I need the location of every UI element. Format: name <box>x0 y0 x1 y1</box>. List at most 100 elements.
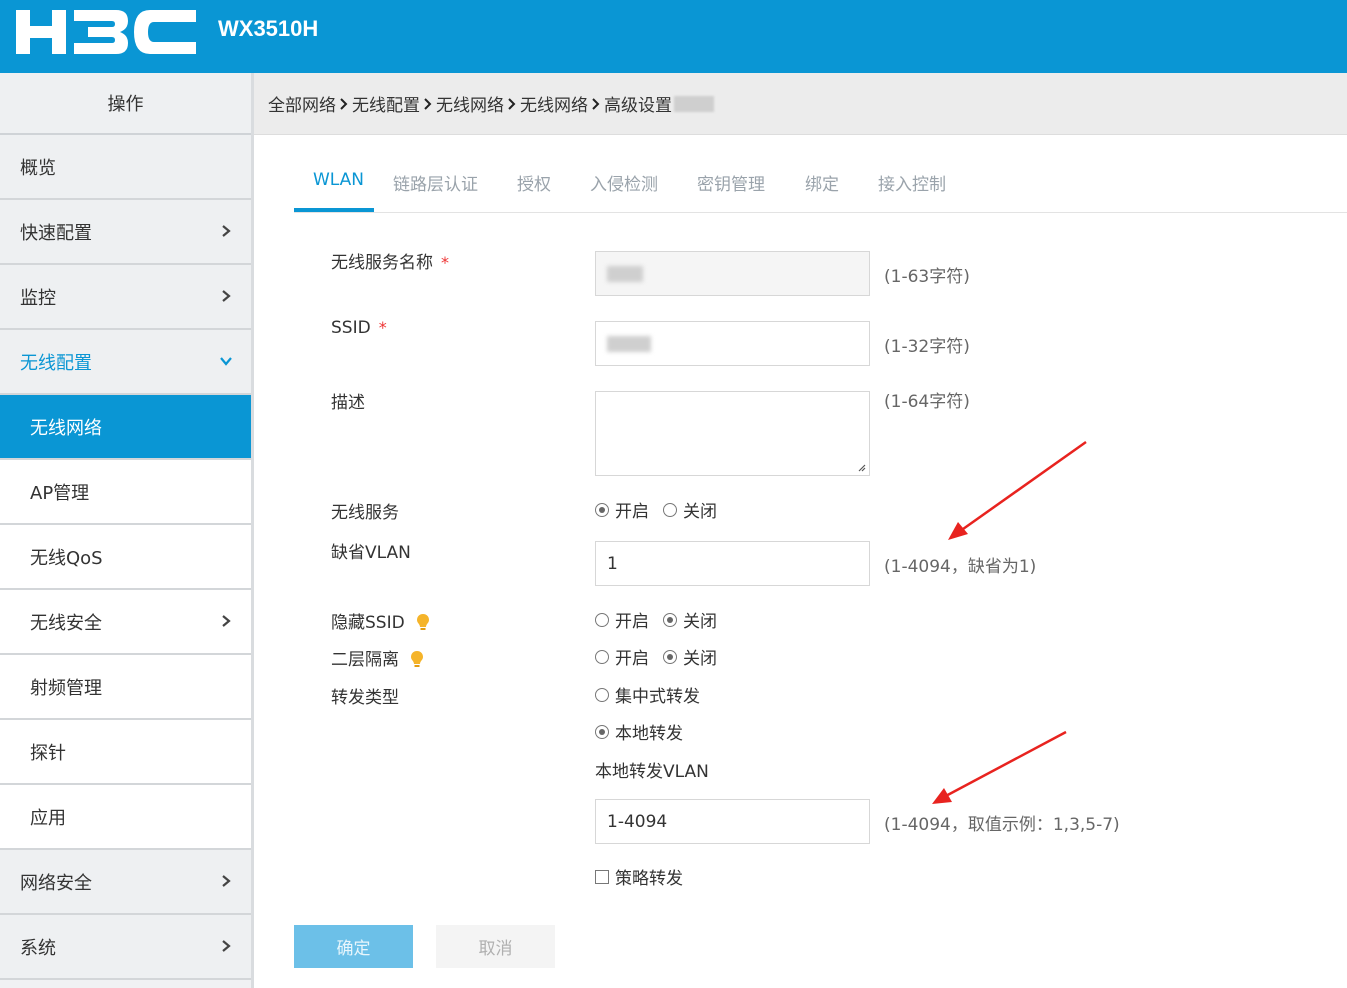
sidebar-title: 操作 <box>0 73 251 135</box>
confirm-button[interactable]: 确定 <box>294 925 413 968</box>
required-mark: * <box>378 318 387 337</box>
chevron-right-icon <box>222 940 231 952</box>
sidebar-item-wireless-config[interactable]: 无线配置 <box>0 330 251 395</box>
tab-intrusion-detection[interactable]: 入侵检测 <box>590 170 658 212</box>
radio-button[interactable] <box>595 612 609 627</box>
sidebar-item-radio-management[interactable]: 射频管理 <box>0 655 251 720</box>
sidebar-item-label: 系统 <box>20 937 56 959</box>
default-vlan-input[interactable]: 1 <box>595 541 870 586</box>
sidebar-item-monitor[interactable]: 监控 <box>0 265 251 330</box>
l2-isolation-radio-group: 开启 关闭 <box>595 644 731 669</box>
radio-button[interactable] <box>595 687 609 702</box>
chevron-right-icon <box>508 97 516 110</box>
breadcrumb-item: 高级设置 <box>604 96 672 116</box>
sidebar-item-label: 概览 <box>20 157 56 179</box>
chevron-right-icon <box>222 875 231 887</box>
local-forward-vlan-input[interactable]: 1-4094 <box>595 799 870 844</box>
default-vlan-label: 缺省VLAN <box>331 543 411 563</box>
wireless-service-on-option[interactable]: 开启 <box>595 497 649 522</box>
chevron-right-icon <box>222 615 231 627</box>
sidebar-item-label: 探针 <box>30 742 66 764</box>
hide-ssid-on-option[interactable]: 开启 <box>595 607 649 632</box>
radio-button[interactable] <box>595 649 609 664</box>
sidebar-item-label: AP管理 <box>30 482 90 504</box>
breadcrumb-item[interactable]: 无线网络 <box>436 91 504 116</box>
redacted-value <box>607 265 643 282</box>
sidebar-item-wireless-security[interactable]: 无线安全 <box>0 590 251 655</box>
sidebar-item-label: 无线网络 <box>30 417 102 439</box>
wireless-service-radio-group: 开启 关闭 <box>595 497 731 522</box>
sidebar-item-network-security[interactable]: 网络安全 <box>0 850 251 915</box>
tab-link-layer-auth[interactable]: 链路层认证 <box>393 170 478 212</box>
chevron-down-icon <box>220 357 232 366</box>
sidebar-item-label: 射频管理 <box>30 677 102 699</box>
local-forward-vlan-hint: (1-4094，取值示例：1,3,5-7) <box>884 815 1120 835</box>
checkbox[interactable] <box>595 869 609 884</box>
policy-forward-option[interactable]: 策略转发 <box>595 864 697 889</box>
tab-bar: WLAN 链路层认证 授权 入侵检测 密钥管理 绑定 接入控制 <box>294 150 1347 213</box>
l2-isolation-off-option[interactable]: 关闭 <box>663 644 717 669</box>
ssid-hint: (1-32字符) <box>884 337 970 357</box>
sidebar-item-label: 网络安全 <box>20 872 92 894</box>
sidebar-item-quick-config[interactable]: 快速配置 <box>0 200 251 265</box>
service-name-label: 无线服务名称 * <box>331 253 449 273</box>
sidebar-item-system[interactable]: 系统 <box>0 915 251 980</box>
radio-option[interactable]: 本地转发 <box>595 719 683 744</box>
ssid-input[interactable] <box>595 321 870 366</box>
breadcrumb-item[interactable]: 无线网络 <box>520 91 588 116</box>
local-forward-vlan-label: 本地转发VLAN <box>595 762 709 782</box>
radio-button[interactable] <box>595 502 609 517</box>
radio-button[interactable] <box>663 502 677 517</box>
cancel-button[interactable]: 取消 <box>436 925 555 968</box>
sidebar-item-probe[interactable]: 探针 <box>0 720 251 785</box>
checkbox-option[interactable]: 策略转发 <box>595 864 683 889</box>
lightbulb-help-icon[interactable] <box>410 650 424 668</box>
radio-option[interactable]: 集中式转发 <box>595 682 700 707</box>
service-name-hint: (1-63字符) <box>884 267 970 287</box>
tab-wlan[interactable]: WLAN <box>313 170 364 212</box>
sidebar-item-label: 无线安全 <box>30 612 102 634</box>
description-hint: (1-64字符) <box>884 392 970 412</box>
tab-binding[interactable]: 绑定 <box>805 170 839 212</box>
tab-access-control[interactable]: 接入控制 <box>878 170 946 212</box>
tab-key-management[interactable]: 密钥管理 <box>697 170 765 212</box>
chevron-right-icon <box>340 97 348 110</box>
lightbulb-help-icon[interactable] <box>416 613 430 631</box>
breadcrumb-item[interactable]: 无线配置 <box>352 91 420 116</box>
breadcrumb-item[interactable]: 全部网络 <box>268 91 336 116</box>
sidebar-item-label: 监控 <box>20 287 56 309</box>
description-textarea[interactable] <box>595 391 870 476</box>
sidebar-item-application[interactable]: 应用 <box>0 785 251 850</box>
hide-ssid-label: 隐藏SSID <box>331 608 430 633</box>
forward-type-label: 转发类型 <box>331 688 399 708</box>
sidebar-item-label: 应用 <box>30 807 66 829</box>
h3c-logo <box>16 10 196 54</box>
sidebar-item-wireless-qos[interactable]: 无线QoS <box>0 525 251 590</box>
radio-button[interactable] <box>595 724 609 739</box>
redacted-text <box>674 95 714 112</box>
tab-authorization[interactable]: 授权 <box>517 170 551 212</box>
required-mark: * <box>441 253 449 272</box>
hide-ssid-radio-group: 开启 关闭 <box>595 607 731 632</box>
chevron-right-icon <box>424 97 432 110</box>
sidebar-item-overview[interactable]: 概览 <box>0 135 251 200</box>
chevron-right-icon <box>592 97 600 110</box>
sidebar-item-label: 无线配置 <box>20 352 92 374</box>
description-label: 描述 <box>331 393 365 413</box>
hide-ssid-off-option[interactable]: 关闭 <box>663 607 717 632</box>
wireless-service-off-option[interactable]: 关闭 <box>663 497 717 522</box>
radio-button[interactable] <box>663 612 677 627</box>
sidebar-item-wireless-network[interactable]: 无线网络 <box>0 395 251 460</box>
l2-isolation-on-option[interactable]: 开启 <box>595 644 649 669</box>
forward-central-option[interactable]: 集中式转发 <box>595 682 714 707</box>
default-vlan-hint: (1-4094，缺省为1) <box>884 557 1037 577</box>
annotation-arrow-icon <box>948 440 1087 540</box>
sidebar-item-ap-management[interactable]: AP管理 <box>0 460 251 525</box>
service-name-input[interactable] <box>595 251 870 296</box>
forward-local-option[interactable]: 本地转发 <box>595 719 697 744</box>
radio-button[interactable] <box>663 649 677 664</box>
chevron-right-icon <box>222 290 231 302</box>
resize-handle-icon[interactable] <box>856 462 866 472</box>
breadcrumb: 全部网络 无线配置 无线网络 无线网络 高级设置 <box>254 73 1347 135</box>
ssid-label: SSID * <box>331 318 387 338</box>
